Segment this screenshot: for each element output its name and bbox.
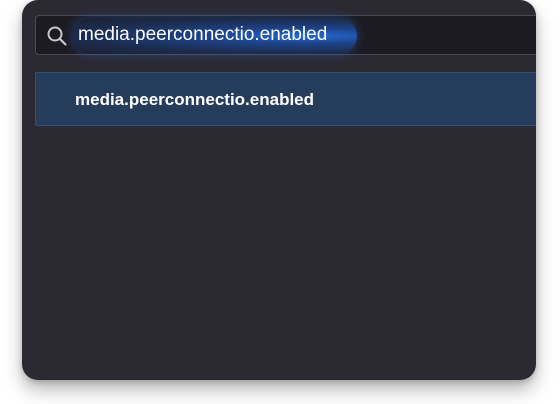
preference-name: media.peerconnectio.enabled [75, 90, 315, 109]
about-config-window: media.peerconnectio.enabled [22, 0, 536, 380]
search-input[interactable] [78, 22, 378, 48]
search-icon [46, 25, 68, 47]
preference-row[interactable]: media.peerconnectio.enabled [35, 72, 536, 126]
search-bar[interactable] [35, 15, 536, 55]
